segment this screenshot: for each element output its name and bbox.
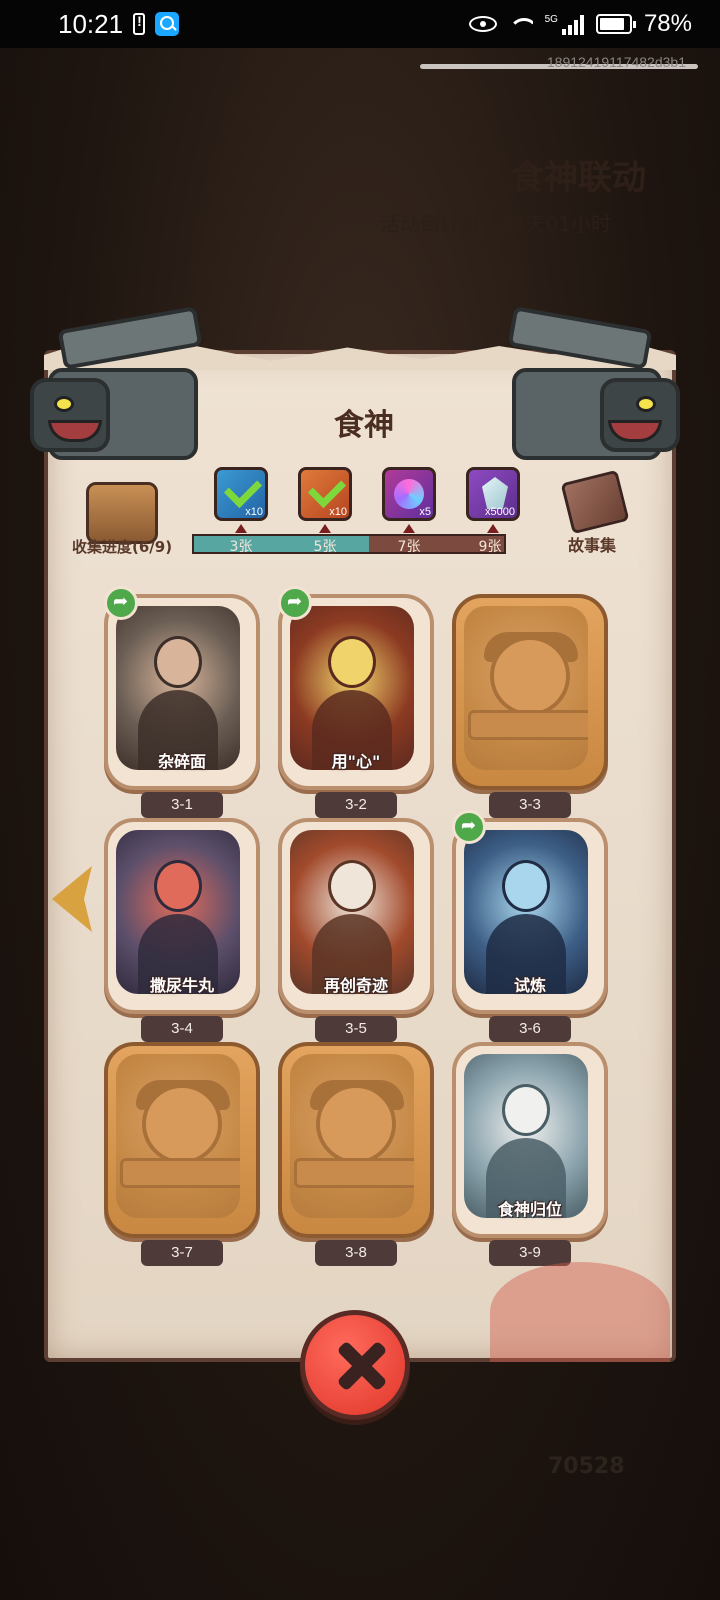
card-title: 食神归位 [497, 1200, 562, 1219]
story-collection-button[interactable]: 故事集 [568, 532, 616, 556]
camera-mascot-right [490, 306, 690, 478]
reward-orange-card[interactable]: x10 [298, 467, 352, 521]
share-icon[interactable] [278, 586, 312, 620]
story-card[interactable]: 再创奇迹 [278, 818, 434, 1014]
card-title: 试炼 [513, 976, 546, 995]
milestone-label: 7张 [397, 539, 421, 555]
locked-card-silhouette [464, 606, 588, 770]
swirl-orb-icon [394, 479, 424, 509]
card-illustration [290, 606, 414, 770]
share-icon[interactable] [452, 810, 486, 844]
search-app-icon [155, 12, 180, 36]
story-card[interactable]: 杂碎面 [104, 594, 260, 790]
milestone-marker [403, 524, 415, 533]
close-icon [335, 1339, 385, 1389]
check-icon [223, 469, 263, 509]
reward-blue-card[interactable]: x10 [214, 467, 268, 521]
check-icon [307, 469, 347, 509]
card-title: 用"心" [331, 752, 381, 771]
network-type: 5G [544, 13, 558, 25]
card-illustration [290, 830, 414, 994]
card-illustration [116, 606, 240, 770]
card-number: 3-6 [489, 1016, 571, 1042]
battery-alert-icon [133, 13, 146, 35]
previous-page-arrow-icon[interactable] [46, 866, 94, 934]
locked-card-silhouette [116, 1054, 240, 1218]
card-number: 3-4 [141, 1016, 223, 1042]
card-number: 3-7 [141, 1240, 223, 1266]
story-card[interactable] [104, 1042, 260, 1238]
status-right: 5G 78% [468, 10, 692, 38]
reward-qty: x5 [419, 506, 431, 518]
crystal-gem-icon [482, 477, 508, 509]
background-score: 70528 [548, 1454, 625, 1479]
battery-percent: 78% [643, 10, 692, 37]
story-card[interactable] [278, 1042, 434, 1238]
card-illustration [116, 830, 240, 994]
event-countdown: 活动倒计时：17天01小时 [380, 212, 611, 236]
locked-card-silhouette [290, 1054, 414, 1218]
share-icon[interactable] [104, 586, 138, 620]
treasure-chest-icon[interactable] [86, 482, 158, 544]
story-card[interactable]: 食神归位 [452, 1042, 608, 1238]
card-illustration [464, 1054, 588, 1218]
milestone-marker [235, 524, 247, 533]
reward-swirl-orb[interactable]: x5 [382, 467, 436, 521]
milestone-label: 3张 [229, 539, 253, 555]
card-number: 3-5 [315, 1016, 397, 1042]
progress-label: 收集进度(6/9) [72, 538, 173, 556]
milestone-label: 9张 [478, 539, 502, 555]
status-left: 10:21 [58, 8, 180, 40]
card-number: 3-8 [315, 1240, 397, 1266]
card-illustration [464, 830, 588, 994]
milestone-label: 5张 [313, 539, 337, 555]
milestone-marker [319, 524, 331, 533]
card-title: 杂碎面 [157, 752, 206, 771]
story-card[interactable]: 用"心" [278, 594, 434, 790]
story-card[interactable] [452, 594, 608, 790]
card-title: 撒尿牛丸 [149, 976, 214, 995]
signal-icon [561, 13, 584, 35]
reward-qty: x10 [329, 506, 347, 518]
reward-qty: x10 [245, 506, 263, 518]
card-number: 3-2 [315, 792, 397, 818]
card-number: 3-1 [141, 792, 223, 818]
debug-id: 18912419117482d3b1 [546, 54, 686, 70]
eye-icon [468, 16, 497, 32]
story-card[interactable]: 试炼 [452, 818, 608, 1014]
card-title: 再创奇迹 [323, 976, 388, 995]
status-time: 10:21 [58, 8, 124, 39]
reward-crystal-gem[interactable]: x5000 [466, 467, 520, 521]
card-number: 3-3 [489, 792, 571, 818]
reward-qty: x5000 [485, 506, 515, 518]
wax-seal-stamp [490, 1262, 670, 1362]
battery-icon [595, 14, 636, 34]
close-button[interactable] [300, 1310, 410, 1420]
milestone-marker [487, 524, 499, 533]
card-number: 3-9 [489, 1240, 571, 1266]
story-card[interactable]: 撒尿牛丸 [104, 818, 260, 1014]
camera-mascot-left [20, 306, 220, 478]
status-bar: 10:21 5G 78% [0, 0, 720, 48]
event-title: 食神联动 [510, 158, 646, 198]
wifi-icon [509, 14, 533, 34]
